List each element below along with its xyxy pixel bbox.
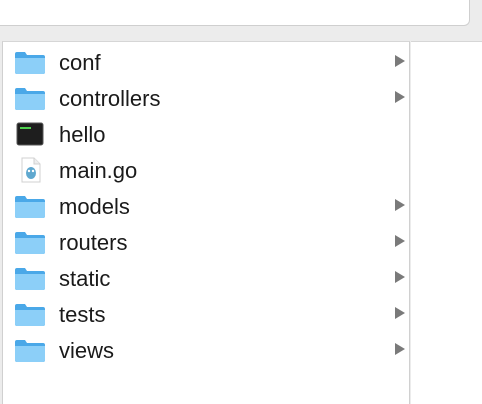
chevron-right-icon[interactable]	[395, 343, 405, 355]
chevron-right-icon[interactable]	[395, 91, 405, 103]
chevron-right-icon[interactable]	[395, 307, 405, 319]
go-file-icon	[14, 157, 46, 183]
list-item-views[interactable]: views	[3, 332, 409, 368]
chevron-right-icon[interactable]	[395, 271, 405, 283]
list-item-controllers[interactable]: controllers	[3, 80, 409, 116]
folder-icon	[14, 265, 46, 291]
list-item-hello[interactable]: hello	[3, 116, 409, 152]
list-item-label: main.go	[59, 158, 138, 183]
finder-window: conf controllers hello main.go models ro…	[0, 0, 482, 404]
terminal-executable-icon	[14, 121, 46, 147]
folder-icon	[14, 229, 46, 255]
folder-icon	[14, 193, 46, 219]
list-item-label: controllers	[59, 86, 161, 111]
chevron-right-icon[interactable]	[395, 55, 405, 67]
folder-icon	[14, 85, 46, 111]
list-item-label: views	[59, 338, 115, 363]
list-item-label: tests	[59, 302, 106, 327]
folder-icon	[14, 49, 46, 75]
list-item-label: hello	[59, 122, 106, 147]
list-item-tests[interactable]: tests	[3, 296, 409, 332]
folder-icon	[14, 301, 46, 327]
chevron-right-icon[interactable]	[395, 235, 405, 247]
list-item-conf[interactable]: conf	[3, 44, 409, 80]
list-item-label: static	[59, 266, 111, 291]
list-item-static[interactable]: static	[3, 260, 409, 296]
chevron-right-icon[interactable]	[395, 199, 405, 211]
list-item-main-go[interactable]: main.go	[3, 152, 409, 188]
next-column[interactable]	[411, 41, 482, 404]
list-item-label: conf	[59, 50, 101, 75]
folder-icon	[14, 337, 46, 363]
list-item-routers[interactable]: routers	[3, 224, 409, 260]
file-column[interactable]: conf controllers hello main.go models ro…	[2, 41, 410, 404]
list-item-label: routers	[59, 230, 128, 255]
toolbar-area	[0, 0, 470, 26]
list-item-models[interactable]: models	[3, 188, 409, 224]
list-item-label: models	[59, 194, 130, 219]
